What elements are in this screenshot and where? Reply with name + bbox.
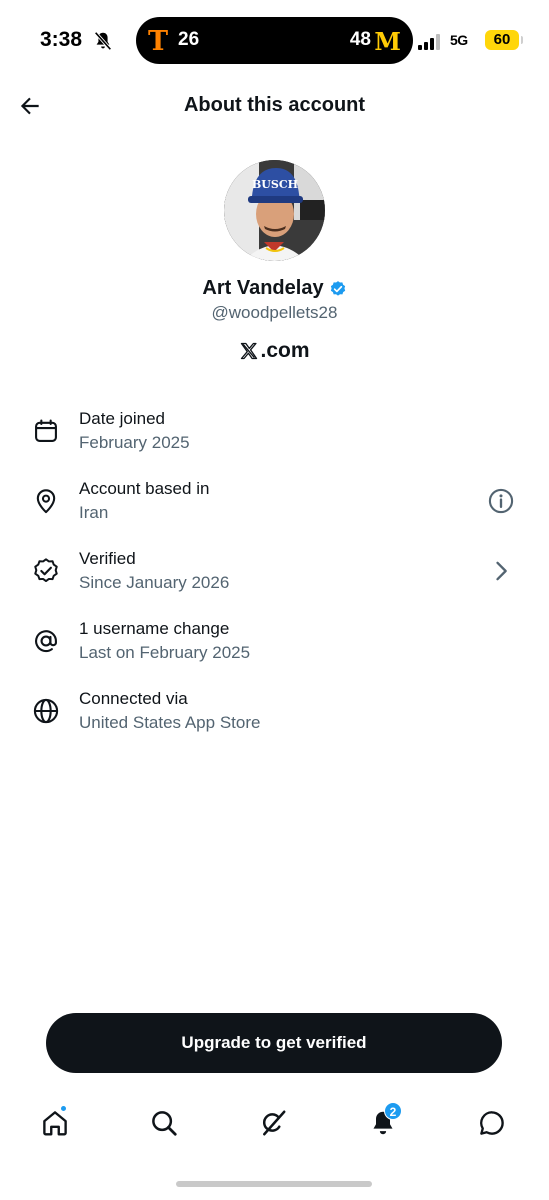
bottom-tab-bar: 2 xyxy=(0,1100,549,1150)
info-value: United States App Store xyxy=(79,713,261,732)
score-right: 48 xyxy=(349,29,371,50)
info-value: Since January 2026 xyxy=(79,573,230,592)
grok-icon xyxy=(262,1110,286,1136)
info-connected-via: Connected via United States App Store xyxy=(0,680,549,750)
verified-badge-icon xyxy=(330,280,345,296)
notification-count-badge: 2 xyxy=(384,1102,402,1120)
tab-grok[interactable] xyxy=(258,1108,290,1140)
info-username-changes: 1 username change Last on February 2025 xyxy=(0,610,549,680)
unread-dot xyxy=(60,1105,67,1112)
search-icon xyxy=(152,1111,177,1136)
info-label: Date joined xyxy=(79,409,166,428)
home-indicator[interactable] xyxy=(176,1181,372,1187)
chat-icon xyxy=(480,1111,504,1135)
avatar[interactable]: BUSCH xyxy=(224,160,325,261)
status-bar: 3:38 T 26 48 M 5G 60 xyxy=(0,0,549,80)
score-left: 26 xyxy=(178,29,200,50)
top-nav: About this account xyxy=(0,82,549,130)
upgrade-button[interactable]: Upgrade to get verified xyxy=(46,1013,502,1073)
bell-muted-icon xyxy=(94,31,112,51)
cellular-signal-icon xyxy=(418,34,444,50)
hat-logo-text: BUSCH xyxy=(252,178,298,191)
site-domain: .com xyxy=(260,339,310,362)
verified-outline-icon xyxy=(34,558,58,583)
info-account-location: Account based in Iran xyxy=(0,470,549,540)
battery-indicator: 60 xyxy=(485,30,523,50)
info-icon[interactable] xyxy=(487,487,515,515)
page-title: About this account xyxy=(183,94,366,116)
info-value: Iran xyxy=(79,503,109,522)
info-label: Verified xyxy=(79,549,136,568)
username-handle: @woodpellets28 xyxy=(211,303,338,322)
x-logo-icon xyxy=(241,342,258,360)
site-row: .com xyxy=(0,339,549,363)
name-row: Art Vandelay xyxy=(0,277,549,300)
tab-search[interactable] xyxy=(149,1108,181,1140)
account-info-list: Date joined February 2025 Account based … xyxy=(0,400,549,750)
michigan-logo-icon: M xyxy=(374,27,401,56)
tab-messages[interactable] xyxy=(477,1108,509,1140)
info-verified[interactable]: Verified Since January 2026 xyxy=(0,540,549,610)
display-name: Art Vandelay xyxy=(202,277,324,299)
chevron-right-icon[interactable] xyxy=(487,557,515,585)
clock: 3:38 xyxy=(40,28,83,51)
at-sign-icon xyxy=(35,630,57,653)
info-value: Last on February 2025 xyxy=(79,643,251,662)
info-label: Account based in xyxy=(79,479,210,498)
calendar-icon xyxy=(35,419,57,442)
network-type: 5G xyxy=(450,32,468,48)
globe-icon xyxy=(33,698,59,724)
tab-home[interactable] xyxy=(40,1105,72,1140)
info-date-joined: Date joined February 2025 xyxy=(0,400,549,470)
tab-notifications[interactable]: 2 xyxy=(368,1102,402,1140)
location-pin-icon xyxy=(36,489,56,514)
info-value: February 2025 xyxy=(79,433,190,452)
info-label: Connected via xyxy=(79,689,188,708)
tennessee-logo-icon: T xyxy=(148,26,169,57)
info-label: 1 username change xyxy=(79,619,230,638)
dynamic-island-scoreboard[interactable]: T 26 48 M xyxy=(136,17,413,64)
home-icon xyxy=(43,1111,67,1136)
avatar-photo: BUSCH xyxy=(224,160,325,261)
